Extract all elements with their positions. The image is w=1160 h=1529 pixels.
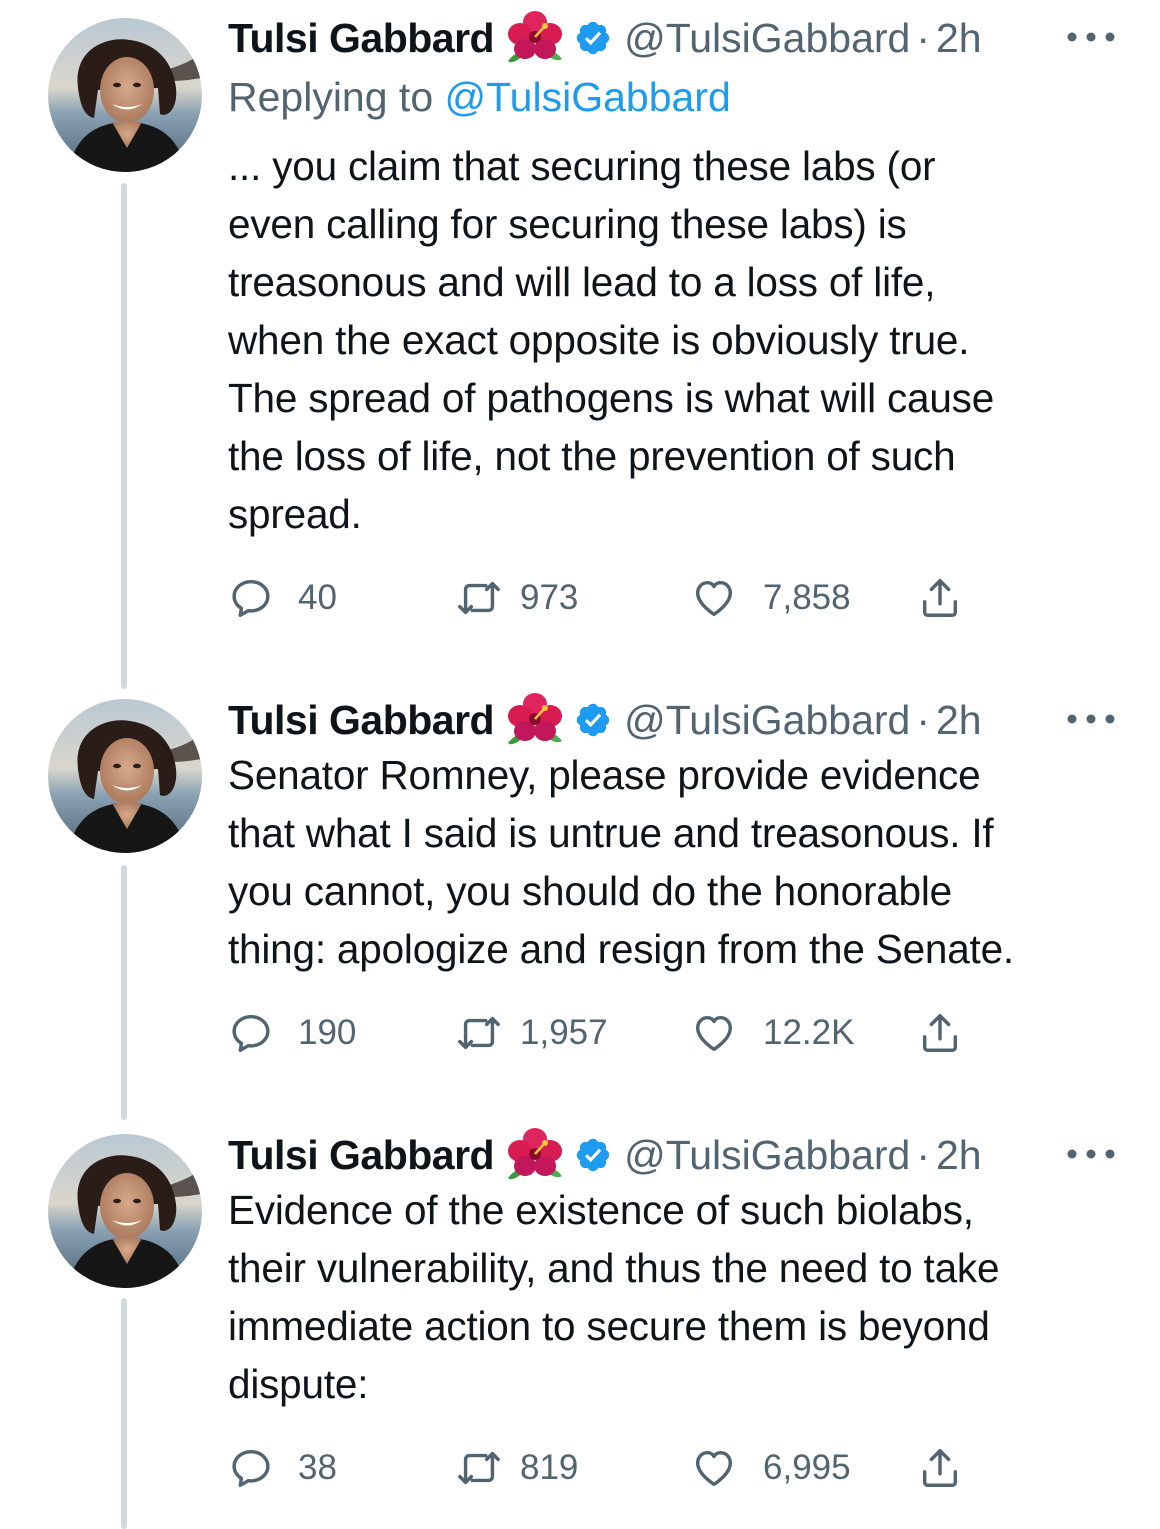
like-count: 7,858 <box>763 578 851 617</box>
verified-badge-icon <box>574 1136 612 1174</box>
tweet-text: ... you claim that securing these labs (… <box>228 143 995 537</box>
hibiscus-icon <box>504 1126 566 1184</box>
tweet-actions: 40 973 7,858 <box>228 570 988 626</box>
reply-count: 40 <box>298 578 337 617</box>
avatar[interactable] <box>48 1134 202 1288</box>
hibiscus-icon <box>504 9 566 67</box>
replying-to-mention[interactable]: @TulsiGabbard <box>445 74 731 120</box>
retweet-button[interactable]: 819 <box>456 1440 578 1496</box>
like-count: 6,995 <box>763 1448 851 1487</box>
author-handle[interactable]: @TulsiGabbard <box>624 15 910 62</box>
separator: · <box>916 1131 930 1178</box>
tweet-header: Tulsi Gabbard @TulsiGabbard · 2h <box>228 690 1124 750</box>
reply-button[interactable]: 38 <box>228 1440 337 1496</box>
like-icon <box>691 1010 737 1056</box>
reply-button[interactable]: 40 <box>228 570 337 626</box>
like-button[interactable]: 12.2K <box>691 1005 854 1061</box>
reply-button[interactable]: 190 <box>228 1005 356 1061</box>
retweet-count: 1,957 <box>520 1013 608 1052</box>
retweet-count: 819 <box>520 1448 579 1487</box>
like-icon <box>691 575 737 621</box>
share-icon <box>917 1445 963 1491</box>
retweet-icon <box>456 1010 502 1056</box>
retweet-icon <box>456 1445 502 1491</box>
timestamp[interactable]: 2h <box>936 15 982 62</box>
author-handle[interactable]: @TulsiGabbard <box>624 697 910 744</box>
share-button[interactable] <box>917 1440 963 1496</box>
more-options-icon[interactable] <box>1064 708 1118 730</box>
author-name[interactable]: Tulsi Gabbard <box>228 15 495 62</box>
retweet-count: 973 <box>520 578 579 617</box>
verified-badge-icon <box>574 19 612 57</box>
reply-icon <box>228 1010 274 1056</box>
thread-line <box>121 865 127 1120</box>
share-button[interactable] <box>917 570 963 626</box>
separator: · <box>916 14 930 61</box>
more-options-icon[interactable] <box>1064 26 1118 48</box>
reply-count: 38 <box>298 1448 337 1487</box>
more-options-icon[interactable] <box>1064 1143 1118 1165</box>
timestamp[interactable]: 2h <box>936 1132 982 1179</box>
avatar[interactable] <box>48 699 202 853</box>
tweet-text: Evidence of the existence of such biolab… <box>228 1187 1000 1407</box>
like-icon <box>691 1445 737 1491</box>
retweet-icon <box>456 575 502 621</box>
hibiscus-icon <box>504 691 566 749</box>
author-name[interactable]: Tulsi Gabbard <box>228 697 495 744</box>
retweet-button[interactable]: 1,957 <box>456 1005 608 1061</box>
replying-to: Replying to @TulsiGabbard <box>228 74 1124 121</box>
separator: · <box>916 696 930 743</box>
share-button[interactable] <box>917 1005 963 1061</box>
tweet-header: Tulsi Gabbard @TulsiGabbard · 2h <box>228 8 1124 68</box>
author-handle[interactable]: @TulsiGabbard <box>624 1132 910 1179</box>
tweet-text: Senator Romney, please provide evidence … <box>228 752 1014 972</box>
thread-line <box>121 183 127 689</box>
avatar[interactable] <box>48 18 202 172</box>
timestamp[interactable]: 2h <box>936 697 982 744</box>
reply-count: 190 <box>298 1013 357 1052</box>
reply-icon <box>228 575 274 621</box>
retweet-button[interactable]: 973 <box>456 570 578 626</box>
tweet-actions: 190 1,957 12.2K <box>228 1005 988 1061</box>
like-count: 12.2K <box>763 1013 855 1052</box>
tweet-actions: 38 819 6,995 <box>228 1440 988 1496</box>
share-icon <box>917 1010 963 1056</box>
like-button[interactable]: 7,858 <box>691 570 851 626</box>
author-name[interactable]: Tulsi Gabbard <box>228 1132 495 1179</box>
share-icon <box>917 575 963 621</box>
like-button[interactable]: 6,995 <box>691 1440 851 1496</box>
verified-badge-icon <box>574 701 612 739</box>
reply-icon <box>228 1445 274 1491</box>
thread-line <box>121 1298 127 1529</box>
tweet-header: Tulsi Gabbard @TulsiGabbard · 2h <box>228 1125 1124 1185</box>
replying-to-label: Replying to <box>228 74 434 120</box>
